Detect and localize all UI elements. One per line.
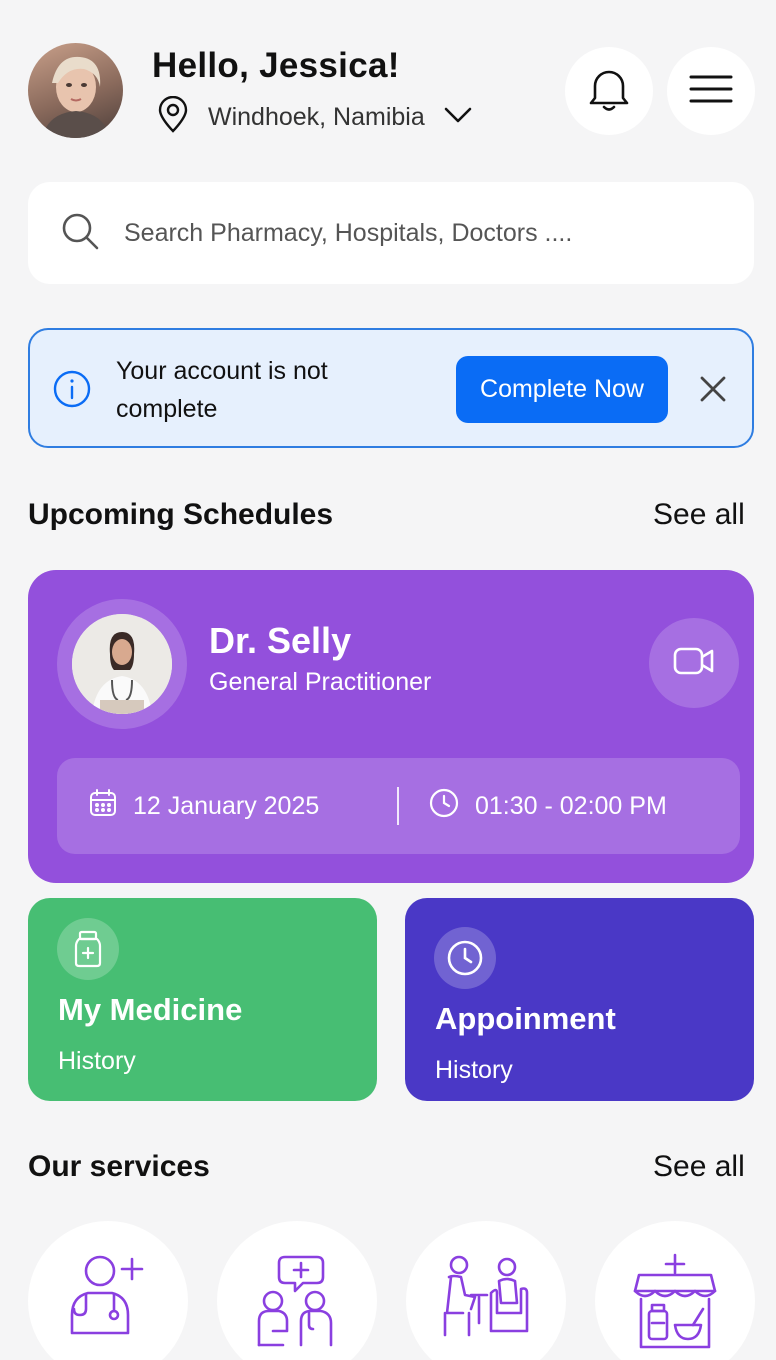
our-services-heading: Our services [28, 1150, 210, 1183]
search-input[interactable] [124, 218, 684, 248]
service-counseling[interactable] [406, 1221, 566, 1360]
appointment-date: 12 January 2025 [89, 758, 319, 854]
location-selector[interactable]: Windhoek, Namibia [156, 95, 473, 139]
appointment-time-text: 01:30 - 02:00 PM [475, 791, 667, 820]
bell-icon [587, 66, 631, 117]
appointment-date-text: 12 January 2025 [133, 791, 320, 820]
complete-now-button[interactable]: Complete Now [456, 356, 668, 423]
chevron-down-icon[interactable] [443, 106, 473, 129]
appointment-history-subtitle: History [435, 1056, 513, 1084]
appointment-history-card[interactable]: Appoinment History [405, 898, 754, 1101]
greeting-title: Hello, Jessica! [152, 46, 400, 85]
menu-button[interactable] [667, 47, 755, 135]
upcoming-schedules-heading: Upcoming Schedules [28, 498, 334, 531]
location-pin-icon [156, 95, 190, 139]
doctor-avatar [72, 614, 172, 714]
counseling-icon [441, 1253, 531, 1342]
service-pharmacy[interactable] [595, 1221, 755, 1360]
calendar-icon [89, 788, 117, 824]
my-medicine-card[interactable]: My Medicine History [28, 898, 377, 1101]
search-bar[interactable] [28, 182, 754, 284]
service-consultation[interactable] [217, 1221, 377, 1360]
medicine-bottle-icon [57, 918, 119, 980]
video-call-button[interactable] [649, 618, 739, 708]
doctor-name: Dr. Selly [209, 620, 352, 661]
search-icon [60, 211, 100, 256]
alert-message: Your account is not complete [116, 357, 328, 423]
info-icon [52, 369, 92, 414]
my-medicine-title: My Medicine [58, 992, 243, 1027]
account-incomplete-alert: Your account is not complete Complete No… [28, 328, 754, 448]
appointment-history-title: Appoinment [435, 1001, 616, 1036]
datetime-divider [397, 787, 399, 825]
hamburger-menu-icon [689, 74, 733, 109]
services-see-all-link[interactable]: See all [653, 1150, 745, 1184]
clock-icon [429, 788, 459, 825]
appointment-time: 01:30 - 02:00 PM [429, 758, 667, 854]
service-add-doctor[interactable] [28, 1221, 188, 1360]
doctor-avatar-ring [57, 599, 187, 729]
my-medicine-subtitle: History [58, 1047, 136, 1075]
pharmacy-icon [633, 1253, 717, 1354]
video-camera-icon [673, 645, 715, 682]
location-label: Windhoek, Namibia [208, 102, 425, 131]
schedules-see-all-link[interactable]: See all [653, 498, 745, 532]
doctor-specialty: General Practitioner [209, 668, 432, 696]
schedule-card[interactable]: Dr. Selly General Practitioner 12 Januar… [28, 570, 754, 883]
user-avatar[interactable] [28, 43, 123, 138]
clock-icon [434, 927, 496, 989]
notifications-button[interactable] [565, 47, 653, 135]
appointment-datetime-bar: 12 January 2025 01:30 - 02:00 PM [57, 758, 740, 854]
close-icon[interactable] [698, 374, 728, 404]
add-doctor-icon [66, 1253, 150, 1342]
consultation-icon [255, 1253, 339, 1354]
